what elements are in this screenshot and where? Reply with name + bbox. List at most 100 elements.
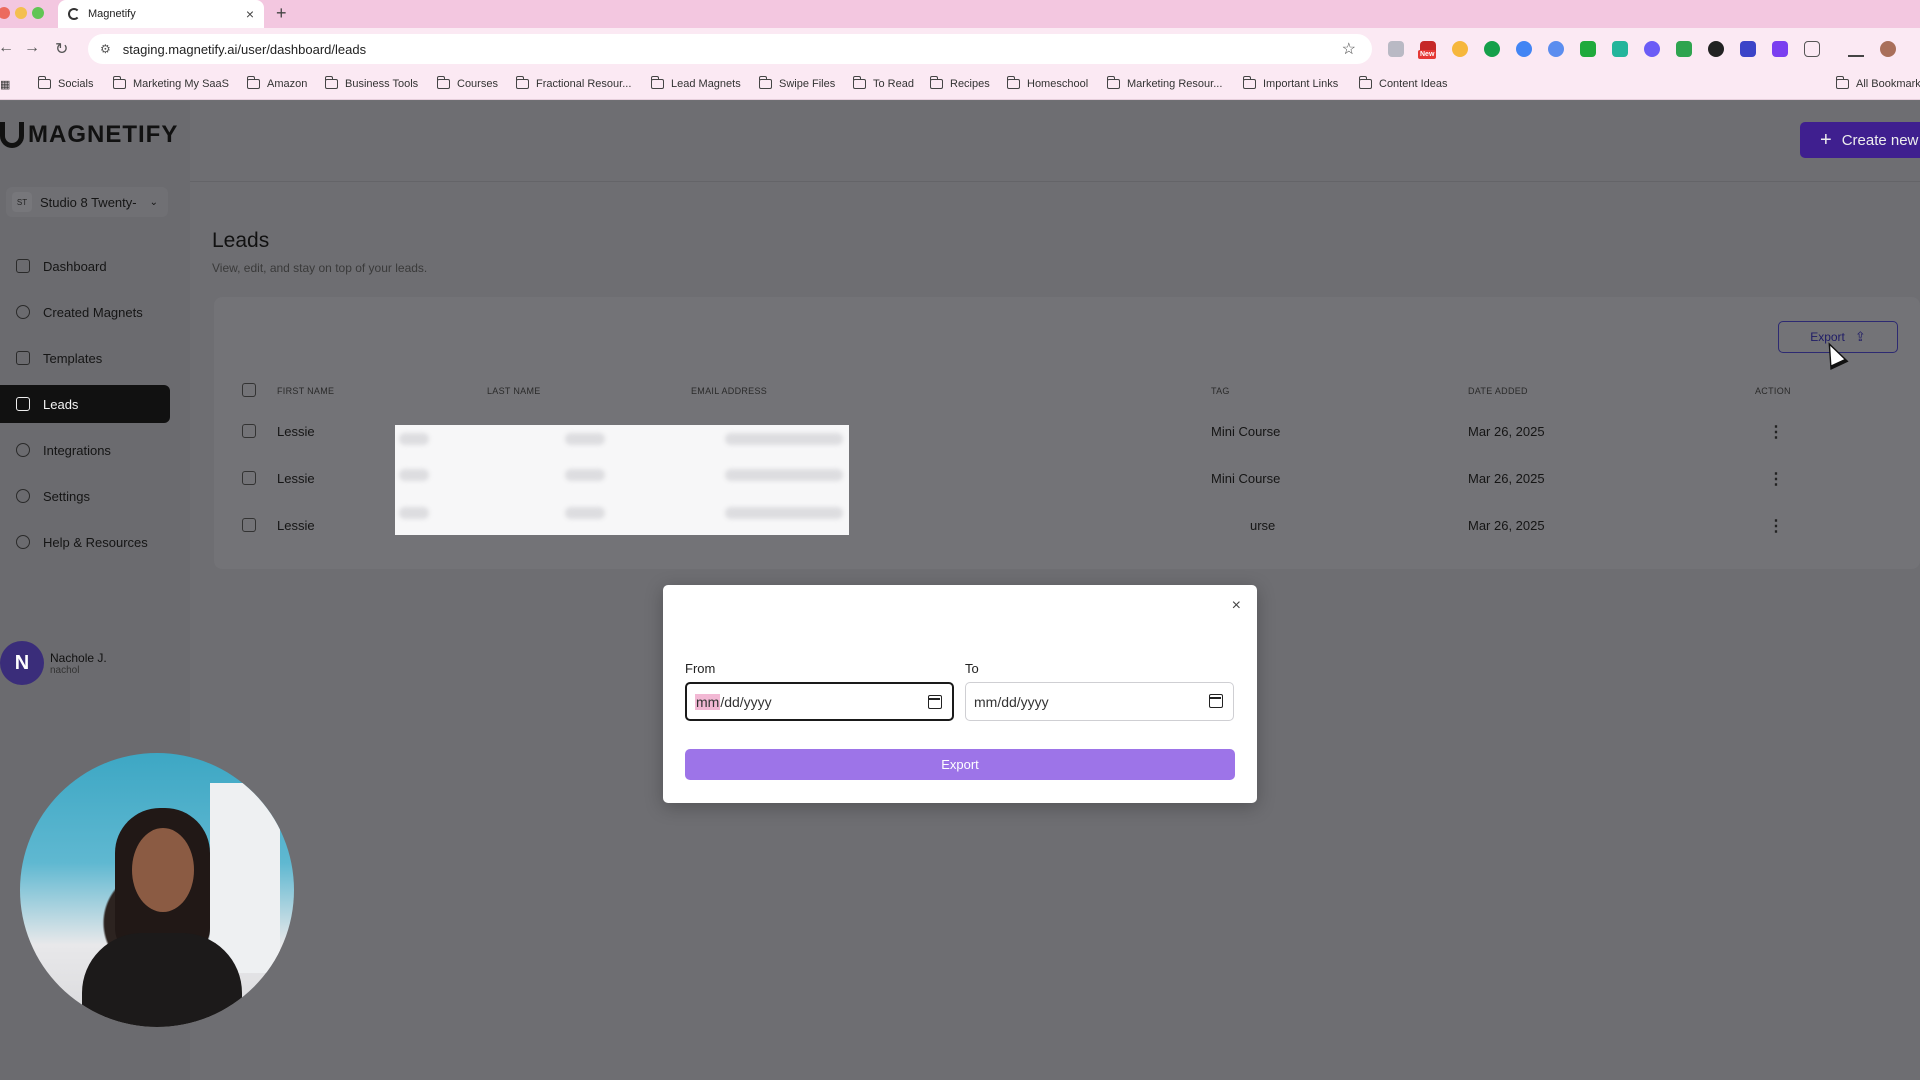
sidebar-item-leads[interactable]: Leads	[0, 385, 170, 423]
bookmark-item[interactable]: Recipes	[930, 76, 990, 90]
minimize-window-icon[interactable]	[15, 7, 27, 19]
close-icon[interactable]: ×	[1232, 597, 1241, 615]
reload-icon[interactable]: ↻	[55, 39, 68, 59]
bookmark-label: Content Ideas	[1379, 78, 1448, 90]
to-date-input[interactable]: mm/dd/yyyy	[965, 682, 1234, 721]
bookmark-label: Recipes	[950, 78, 990, 90]
user-info: Nachole J. nachol	[50, 651, 107, 676]
bookmarks-bar: ▦ Socials Marketing My SaaS Amazon Busin…	[0, 70, 1920, 100]
bookmark-label: Courses	[457, 78, 498, 90]
bookmark-item[interactable]: Important Links	[1243, 76, 1338, 90]
bookmark-label: All Bookmarks	[1856, 78, 1920, 90]
gear-icon	[16, 489, 30, 503]
redaction-bar	[399, 433, 429, 445]
sidebar-item-integrations[interactable]: Integrations	[0, 431, 170, 469]
bookmark-label: Marketing Resour...	[1127, 78, 1223, 90]
sidebar-item-help[interactable]: Help & Resources	[0, 523, 170, 561]
maximize-window-icon[interactable]	[32, 7, 44, 19]
bookmark-item[interactable]: Lead Magnets	[651, 76, 741, 90]
bookmark-item[interactable]: Content Ideas	[1359, 76, 1448, 90]
plus-icon: +	[1820, 128, 1832, 151]
row-action-menu-icon[interactable]: ⋮	[1768, 469, 1784, 489]
column-header-email[interactable]: EMAIL ADDRESS	[691, 386, 767, 396]
bookmark-item[interactable]: Swipe Files	[759, 76, 836, 90]
site-settings-icon[interactable]: ⚙	[100, 42, 111, 56]
bookmark-item[interactable]: Homeschool	[1007, 76, 1088, 90]
bookmark-item[interactable]: Socials	[38, 76, 93, 90]
folder-icon	[1243, 76, 1256, 89]
row-checkbox[interactable]	[242, 518, 256, 532]
from-date-month-segment[interactable]: mm	[695, 693, 721, 710]
redaction-bar	[565, 469, 605, 481]
webcam-person-face	[132, 828, 194, 912]
bookmark-item[interactable]: Marketing My SaaS	[113, 76, 229, 90]
extension-icon[interactable]	[1452, 41, 1468, 57]
extension-icon[interactable]	[1548, 41, 1564, 57]
calendar-icon[interactable]	[1209, 694, 1223, 708]
all-bookmarks[interactable]: All Bookmarks	[1836, 76, 1920, 90]
google-icon[interactable]	[1516, 41, 1532, 57]
heart-extension-icon[interactable]	[1772, 41, 1788, 57]
bookmark-label: Swipe Files	[779, 78, 836, 90]
bookmark-item[interactable]: Amazon	[247, 76, 308, 90]
workspace-switcher[interactable]: ST Studio 8 Twenty- ⌄	[6, 187, 168, 217]
column-header-last-name[interactable]: LAST NAME	[487, 386, 541, 396]
bookmark-label: Marketing My SaaS	[133, 78, 229, 90]
extension-icon[interactable]	[1388, 41, 1404, 57]
column-header-tag[interactable]: TAG	[1211, 386, 1230, 396]
bookmark-label: Amazon	[267, 78, 308, 90]
profile-avatar-icon[interactable]	[1880, 41, 1896, 57]
sheets-icon[interactable]	[1676, 41, 1692, 57]
folder-icon	[113, 76, 126, 89]
loading-spinner-icon	[68, 8, 80, 20]
magnet-logo-icon	[0, 122, 24, 148]
row-checkbox[interactable]	[242, 471, 256, 485]
new-tab-button[interactable]: +	[276, 3, 287, 24]
grammarly-icon[interactable]	[1484, 41, 1500, 57]
modal-export-button[interactable]: Export	[685, 749, 1235, 780]
tab-close-icon[interactable]: ×	[246, 6, 254, 22]
address-bar[interactable]: ⚙ staging.magnetify.ai/user/dashboard/le…	[88, 34, 1372, 64]
close-window-icon[interactable]	[0, 7, 10, 19]
create-new-button[interactable]: + Create new	[1800, 122, 1920, 158]
extension-icon[interactable]	[1612, 41, 1628, 57]
cell-date-added: Mar 26, 2025	[1468, 518, 1545, 533]
sidebar-item-label: Help & Resources	[43, 534, 148, 550]
url-text: staging.magnetify.ai/user/dashboard/lead…	[122, 41, 367, 57]
select-all-checkbox[interactable]	[242, 383, 256, 397]
column-header-date-added[interactable]: DATE ADDED	[1468, 386, 1528, 396]
folder-icon	[437, 76, 450, 89]
apps-grid-icon[interactable]: ▦	[0, 78, 10, 91]
extension-icon[interactable]	[1644, 41, 1660, 57]
extension-icon[interactable]	[1708, 41, 1724, 57]
calendar-icon[interactable]	[928, 695, 942, 709]
download-icon[interactable]	[1848, 41, 1864, 57]
row-action-menu-icon[interactable]: ⋮	[1768, 422, 1784, 442]
back-icon[interactable]: ←	[0, 39, 14, 57]
column-header-first-name[interactable]: FIRST NAME	[277, 386, 334, 396]
browser-tab[interactable]: Magnetify ×	[58, 0, 264, 28]
puzzle-extensions-icon[interactable]	[1804, 41, 1820, 57]
sidebar-item-templates[interactable]: Templates	[0, 339, 170, 377]
row-action-menu-icon[interactable]: ⋮	[1768, 516, 1784, 536]
sidebar-item-dashboard[interactable]: Dashboard	[0, 247, 170, 285]
bookmark-item[interactable]: Courses	[437, 76, 498, 90]
extension-icon[interactable]	[1740, 41, 1756, 57]
redaction-bar	[399, 469, 429, 481]
bookmark-item[interactable]: Fractional Resour...	[516, 76, 631, 90]
extension-icon[interactable]	[1580, 41, 1596, 57]
bookmark-star-icon[interactable]: ☆	[1342, 39, 1356, 59]
help-icon	[16, 535, 30, 549]
sidebar-item-settings[interactable]: Settings	[0, 477, 170, 515]
row-checkbox[interactable]	[242, 424, 256, 438]
forward-icon[interactable]: →	[24, 39, 40, 57]
from-date-input[interactable]: mm/dd/yyyy	[685, 682, 954, 721]
magnetify-logo[interactable]: MAGNETIFY	[0, 121, 178, 149]
bookmark-item[interactable]: To Read	[853, 76, 914, 90]
sidebar-item-created-magnets[interactable]: Created Magnets	[0, 293, 170, 331]
cell-tag: Mini Course	[1211, 471, 1281, 486]
bookmark-item[interactable]: Marketing Resour...	[1107, 76, 1223, 90]
bookmark-item[interactable]: Business Tools	[325, 76, 418, 90]
redaction-bar	[565, 507, 605, 519]
user-profile[interactable]: N Nachole J. nachol	[0, 641, 107, 685]
